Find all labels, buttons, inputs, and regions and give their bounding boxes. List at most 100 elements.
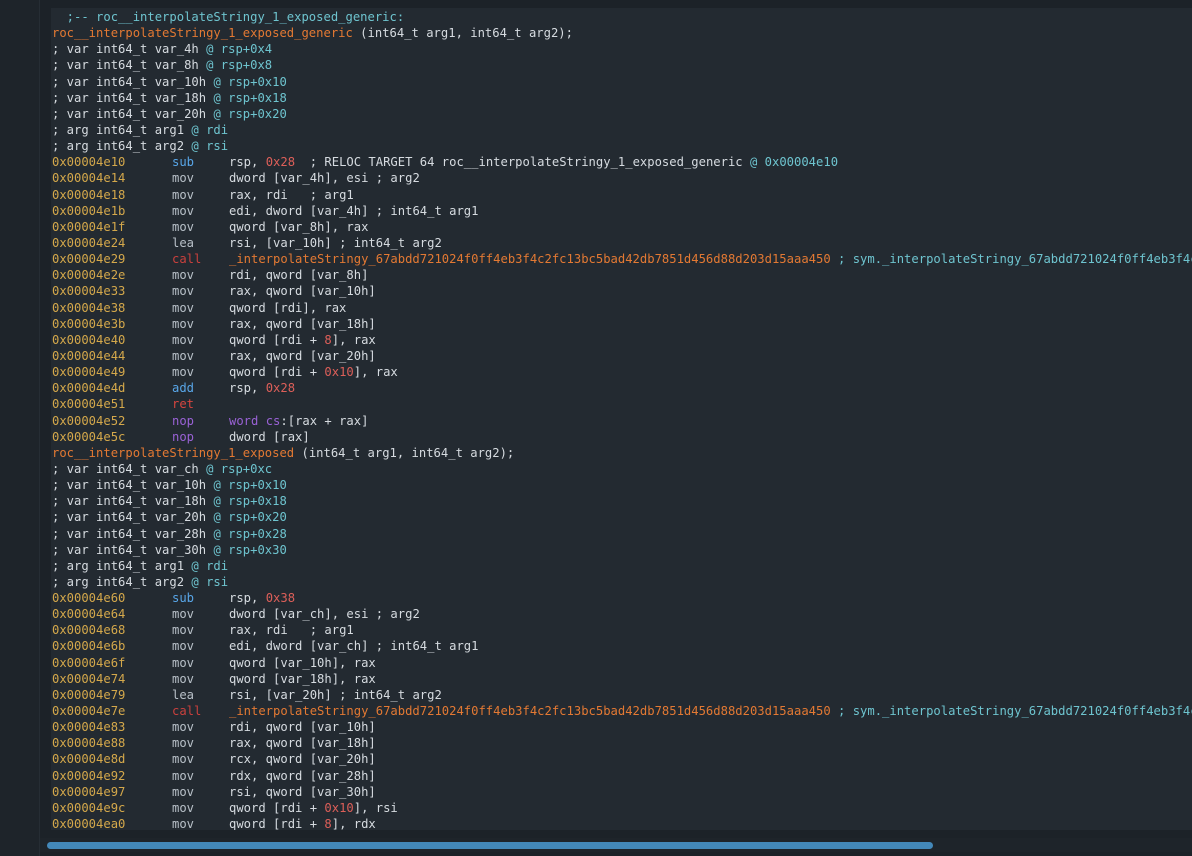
var-location: @ rsp+0x18 (213, 90, 287, 105)
instruction-row[interactable]: 0x00004e9c mov qword [rdi + 0x10], rsi (51, 800, 1192, 816)
instruction-comment: ; arg2 (368, 607, 420, 622)
instruction-row[interactable]: 0x00004e52 nop word cs:[rax + rax] (51, 413, 1192, 429)
instruction-mnemonic: mov (172, 639, 195, 654)
instruction-row[interactable]: 0x00004e92 mov rdx, qword [var_28h] (51, 768, 1192, 784)
instruction-address: 0x00004e3b (52, 316, 126, 331)
instruction-row[interactable]: 0x00004e88 mov rax, qword [var_18h] (51, 735, 1192, 751)
instruction-mnemonic: call (172, 704, 202, 719)
horizontal-scroll-thumb[interactable] (47, 842, 933, 849)
instruction-mnemonic: nop (172, 429, 195, 444)
instruction-mnemonic: nop (172, 413, 195, 428)
function-signature[interactable]: roc__interpolateStringy_1_exposed (int64… (51, 445, 1192, 461)
instruction-mnemonic: mov (172, 671, 195, 686)
instruction-operands: rsp, 0x28 (229, 381, 296, 396)
instruction-row[interactable]: 0x00004e83 mov rdi, qword [var_10h] (51, 719, 1192, 735)
instruction-operands: rsi, [var_20h] (229, 687, 332, 702)
var-declaration[interactable]: ; var int64_t var_30h @ rsp+0x30 (51, 542, 1192, 558)
var-declaration[interactable]: ; var int64_t var_10h @ rsp+0x10 (51, 477, 1192, 493)
var-location: @ rsp+0x10 (213, 478, 287, 493)
var-declaration[interactable]: ; var int64_t var_18h @ rsp+0x18 (51, 90, 1192, 106)
instruction-mnemonic: mov (172, 284, 195, 299)
instruction-mnemonic: mov (172, 203, 195, 218)
instruction-row[interactable]: 0x00004e64 mov dword [var_ch], esi ; arg2 (51, 606, 1192, 622)
arg-location: @ rsi (191, 139, 229, 154)
instruction-row[interactable]: 0x00004e18 mov rax, rdi ; arg1 (51, 187, 1192, 203)
arg-declaration[interactable]: ; arg int64_t arg2 @ rsi (51, 138, 1192, 154)
instruction-row[interactable]: 0x00004e29 call _interpolateStringy_67abdd… (51, 251, 1192, 267)
arg-decl: ; arg int64_t arg2 (52, 139, 192, 154)
disassembly-listing[interactable]: ;-- roc__interpolateStringy_1_exposed_ge… (51, 8, 1192, 830)
instruction-operands: qword [var_18h], rax (229, 671, 376, 686)
instruction-row[interactable]: 0x00004e49 mov qword [rdi + 0x10], rax (51, 364, 1192, 380)
instruction-row[interactable]: 0x00004e3b mov rax, qword [var_18h] (51, 316, 1192, 332)
instruction-mnemonic: mov (172, 817, 195, 830)
var-declaration[interactable]: ; var int64_t var_18h @ rsp+0x18 (51, 493, 1192, 509)
symbol-header-line[interactable]: ;-- roc__interpolateStringy_1_exposed_ge… (51, 9, 1192, 25)
instruction-row[interactable]: 0x00004e10 sub rsp, 0x28 ; RELOC TARGET 64… (51, 154, 1192, 170)
instruction-mnemonic: mov (172, 316, 195, 331)
instruction-operands: dword [rax] (229, 429, 310, 444)
function-signature[interactable]: roc__interpolateStringy_1_exposed_generi… (51, 25, 1192, 41)
instruction-row[interactable]: 0x00004ea0 mov qword [rdi + 8], rdx (51, 816, 1192, 830)
instruction-mnemonic: mov (172, 187, 195, 202)
arg-decl: ; arg int64_t arg1 (52, 122, 192, 137)
instruction-row[interactable]: 0x00004e60 sub rsp, 0x38 (51, 590, 1192, 606)
instruction-operands: rcx, qword [var_20h] (229, 752, 376, 767)
instruction-comment: ; int64_t arg2 (331, 235, 442, 250)
instruction-comment: ; RELOC TARGET 64 roc__interpolateString… (295, 155, 839, 170)
instruction-row[interactable]: 0x00004e79 lea rsi, [var_20h] ; int64_t ar… (51, 687, 1192, 703)
arg-declaration[interactable]: ; arg int64_t arg2 @ rsi (51, 574, 1192, 590)
arg-declaration[interactable]: ; arg int64_t arg1 @ rdi (51, 122, 1192, 138)
horizontal-scrollbar[interactable] (40, 838, 1192, 852)
instruction-address: 0x00004e52 (52, 413, 126, 428)
instruction-row[interactable]: 0x00004e51 ret (51, 396, 1192, 412)
instruction-mnemonic: mov (172, 752, 195, 767)
var-declaration[interactable]: ; var int64_t var_20h @ rsp+0x20 (51, 106, 1192, 122)
instruction-row[interactable]: 0x00004e4d add rsp, 0x28 (51, 380, 1192, 396)
instruction-comment: ; int64_t arg2 (331, 687, 442, 702)
instruction-row[interactable]: 0x00004e7e call _interpolateStringy_67abdd… (51, 703, 1192, 719)
instruction-address: 0x00004e5c (52, 429, 126, 444)
instruction-row[interactable]: 0x00004e14 mov dword [var_4h], esi ; arg2 (51, 170, 1192, 186)
instruction-address: 0x00004e38 (52, 300, 126, 315)
instruction-row[interactable]: 0x00004e68 mov rax, rdi ; arg1 (51, 622, 1192, 638)
instruction-address: 0x00004e6b (52, 639, 126, 654)
arg-declaration[interactable]: ; arg int64_t arg1 @ rdi (51, 558, 1192, 574)
instruction-operands: rax, qword [var_20h] (229, 348, 376, 363)
var-declaration[interactable]: ; var int64_t var_ch @ rsp+0xc (51, 461, 1192, 477)
disassembly-view[interactable]: ;-- roc__interpolateStringy_1_exposed_ge… (40, 0, 1192, 830)
var-decl: ; var int64_t var_4h (52, 42, 207, 57)
instruction-operands: rsp, 0x38 (229, 591, 296, 606)
var-declaration[interactable]: ; var int64_t var_20h @ rsp+0x20 (51, 509, 1192, 525)
instruction-mnemonic: call (172, 252, 202, 267)
instruction-mnemonic: mov (172, 720, 195, 735)
instruction-row[interactable]: 0x00004e24 lea rsi, [var_10h] ; int64_t ar… (51, 235, 1192, 251)
instruction-row[interactable]: 0x00004e1f mov qword [var_8h], rax (51, 219, 1192, 235)
var-declaration[interactable]: ; var int64_t var_8h @ rsp+0x8 (51, 57, 1192, 73)
var-declaration[interactable]: ; var int64_t var_4h @ rsp+0x4 (51, 41, 1192, 57)
instruction-address: 0x00004e4d (52, 381, 126, 396)
instruction-row[interactable]: 0x00004e1b mov edi, dword [var_4h] ; int64… (51, 203, 1192, 219)
instruction-comment: ; arg1 (287, 187, 354, 202)
instruction-address: 0x00004e9c (52, 800, 126, 815)
instruction-row[interactable]: 0x00004e2e mov rdi, qword [var_8h] (51, 267, 1192, 283)
instruction-row[interactable]: 0x00004e74 mov qword [var_18h], rax (51, 671, 1192, 687)
instruction-comment: ; arg2 (368, 171, 420, 186)
var-location: @ rsp+0x20 (213, 106, 287, 121)
instruction-mnemonic: sub (172, 155, 195, 170)
instruction-mnemonic: ret (172, 397, 195, 412)
var-declaration[interactable]: ; var int64_t var_28h @ rsp+0x28 (51, 526, 1192, 542)
instruction-row[interactable]: 0x00004e6b mov edi, dword [var_ch] ; int64… (51, 638, 1192, 654)
instruction-address: 0x00004e83 (52, 720, 126, 735)
instruction-row[interactable]: 0x00004e40 mov qword [rdi + 8], rax (51, 332, 1192, 348)
var-declaration[interactable]: ; var int64_t var_10h @ rsp+0x10 (51, 74, 1192, 90)
instruction-row[interactable]: 0x00004e97 mov rsi, qword [var_30h] (51, 784, 1192, 800)
instruction-row[interactable]: 0x00004e38 mov qword [rdi], rax (51, 300, 1192, 316)
instruction-row[interactable]: 0x00004e5c nop dword [rax] (51, 429, 1192, 445)
instruction-address: 0x00004e2e (52, 268, 126, 283)
instruction-row[interactable]: 0x00004e8d mov rcx, qword [var_20h] (51, 751, 1192, 767)
instruction-row[interactable]: 0x00004e6f mov qword [var_10h], rax (51, 655, 1192, 671)
instruction-row[interactable]: 0x00004e33 mov rax, qword [var_10h] (51, 283, 1192, 299)
instruction-mnemonic: mov (172, 171, 195, 186)
instruction-row[interactable]: 0x00004e44 mov rax, qword [var_20h] (51, 348, 1192, 364)
